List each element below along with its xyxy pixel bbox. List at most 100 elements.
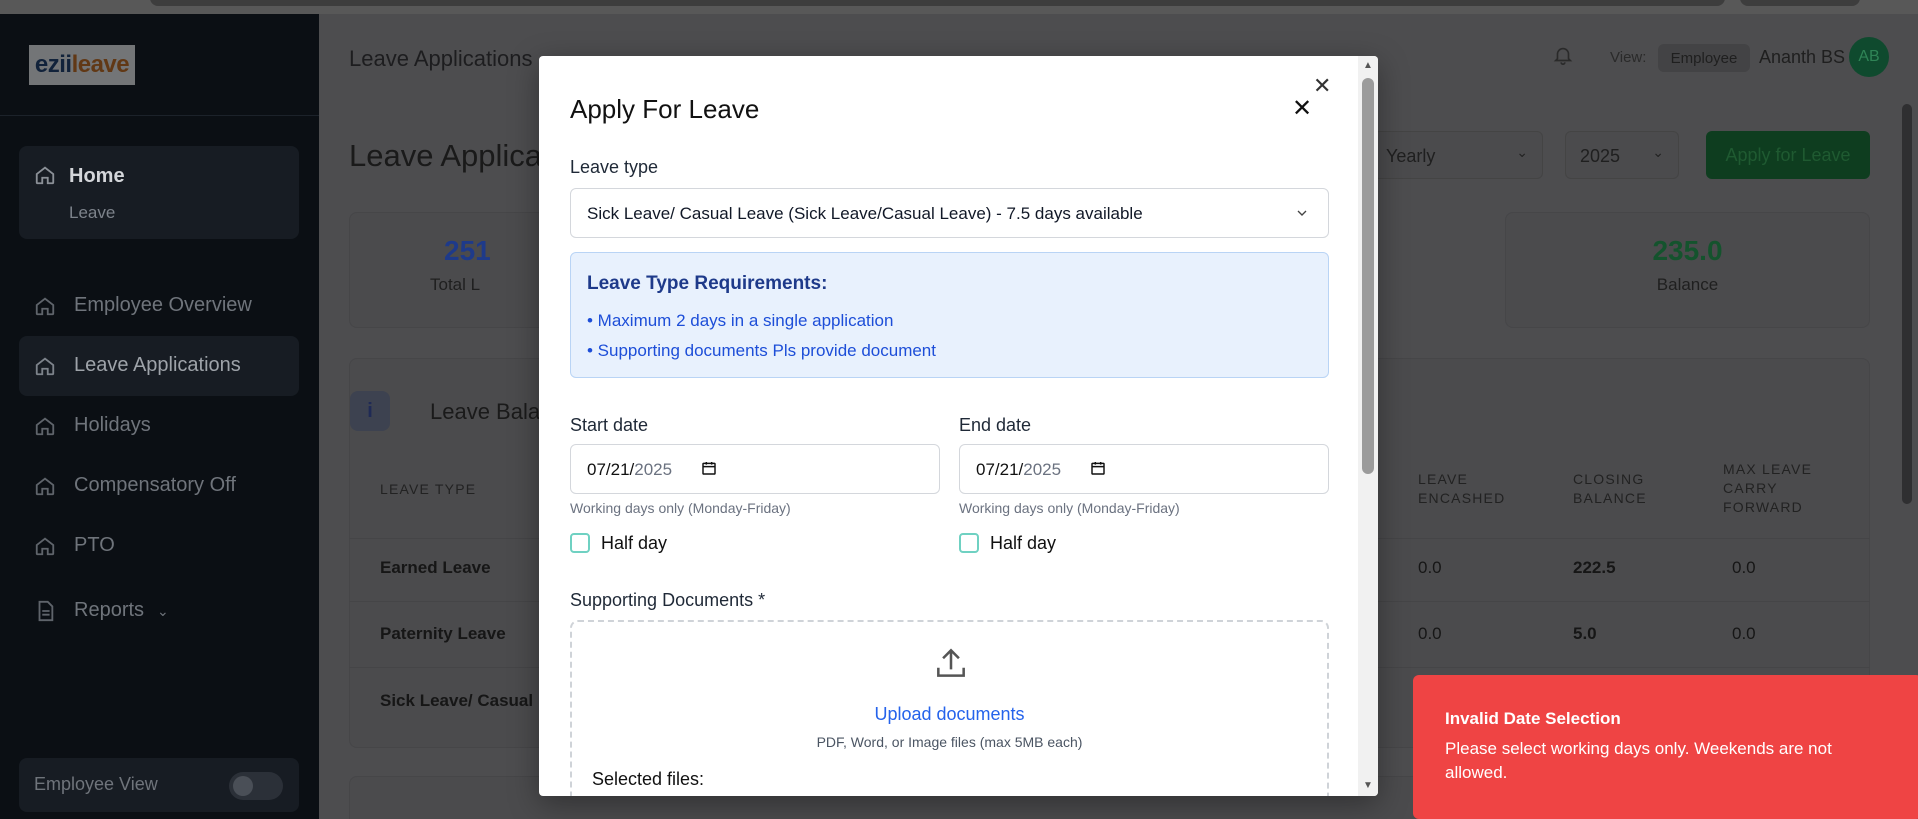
upload-documents-link[interactable]: Upload documents — [572, 704, 1327, 725]
sidebar-item-reports[interactable]: Reports ⌄ — [19, 581, 299, 641]
chevron-down-icon: ⌄ — [1516, 144, 1528, 160]
stat-card-balance: 235.0 Balance — [1505, 212, 1870, 328]
leave-type-select[interactable]: Sick Leave/ Casual Leave (Sick Leave/Cas… — [570, 188, 1329, 238]
sidebar-subitem-leave[interactable]: Leave — [69, 203, 115, 223]
requirements-title: Leave Type Requirements: — [587, 273, 828, 294]
employee-view-toggle[interactable] — [229, 772, 283, 800]
chevron-down-icon: ⌄ — [1652, 144, 1664, 160]
table-cell: Paternity Leave — [380, 624, 506, 643]
table-cell: 222.5 — [1573, 558, 1616, 577]
table-cell: 0.0 — [1418, 624, 1442, 643]
start-half-day-checkbox[interactable] — [570, 533, 590, 553]
table-cell: 0.0 — [1732, 558, 1756, 577]
home-icon — [34, 295, 56, 322]
avatar[interactable]: AB — [1849, 37, 1889, 77]
requirement-item: • Maximum 2 days in a single application — [587, 311, 894, 330]
bell-icon[interactable] — [1552, 44, 1574, 71]
table-cell: 5.0 — [1573, 624, 1597, 643]
end-half-day-label: Half day — [990, 533, 1057, 553]
column-header: MAX LEAVE CARRY FORWARD — [1723, 461, 1813, 515]
stat-value: 235.0 — [1652, 235, 1723, 266]
toggle-knob — [233, 776, 253, 796]
chevron-down-icon: ⌄ — [157, 603, 169, 619]
end-date-value: 07/21/2025 — [976, 460, 1062, 479]
employee-view-toggle-row: Employee View — [19, 758, 299, 812]
upload-icon — [932, 644, 970, 687]
view-label: View: — [1610, 49, 1647, 66]
start-half-day-label: Half day — [601, 533, 668, 553]
year-select-value: 2025 — [1580, 146, 1621, 166]
info-icon: i — [350, 391, 390, 431]
browser-chrome — [0, 0, 1918, 14]
scroll-up-icon[interactable]: ▲ — [1363, 60, 1373, 71]
start-date-label: Start date — [570, 415, 649, 435]
sidebar-item-employee-overview[interactable]: Employee Overview — [19, 276, 299, 336]
requirement-item: • Supporting documents Pls provide docum… — [587, 341, 936, 360]
upload-hint: PDF, Word, or Image files (max 5MB each) — [816, 734, 1083, 750]
home-icon — [34, 535, 56, 562]
app-logo[interactable]: eziileave — [29, 45, 135, 85]
toast-title: Invalid Date Selection — [1445, 709, 1621, 728]
sidebar-divider — [0, 115, 319, 116]
chevron-down-icon — [1294, 205, 1310, 226]
sidebar-item-home[interactable]: Home Leave — [19, 146, 299, 239]
topbar-title: Leave Applications — [349, 46, 533, 71]
end-date-label: End date — [959, 415, 1032, 435]
sidebar-item-label: Compensatory Off — [74, 474, 236, 496]
period-select-value: Yearly — [1386, 146, 1436, 166]
upload-dropzone[interactable]: Upload documents PDF, Word, or Image fil… — [570, 620, 1329, 796]
sidebar-item-label: Home — [69, 165, 125, 187]
sidebar-item-label: Leave Applications — [74, 354, 241, 376]
sidebar-item-label: PTO — [74, 534, 115, 556]
calendar-icon[interactable] — [1090, 460, 1106, 481]
user-name[interactable]: Ananth BS — [1759, 47, 1845, 68]
start-date-value: 07/21/2025 — [587, 460, 673, 479]
end-date-input[interactable]: 07/21/2025 — [959, 444, 1329, 494]
table-cell: Sick Leave/ Casual L — [380, 691, 549, 710]
modal-title: Apply For Leave — [570, 94, 760, 124]
browser-control[interactable] — [1740, 0, 1860, 6]
column-header: CLOSING BALANCE — [1573, 471, 1647, 506]
home-icon — [34, 415, 56, 442]
error-toast: Invalid Date Selection Please select wor… — [1413, 675, 1918, 819]
stat-card-total: 251 Total L — [349, 212, 569, 328]
apply-for-leave-button[interactable]: Apply for Leave — [1706, 131, 1870, 179]
end-half-day-checkbox[interactable] — [959, 533, 979, 553]
sidebar-item-label: Holidays — [74, 414, 151, 436]
table-cell: 0.0 — [1732, 624, 1756, 643]
start-date-input[interactable]: 07/21/2025 — [570, 444, 940, 494]
stat-label: Balance — [1656, 275, 1719, 294]
address-bar[interactable] — [150, 0, 1725, 6]
sidebar-item-holidays[interactable]: Holidays — [19, 396, 299, 456]
home-icon — [34, 355, 56, 382]
table-cell: 0.0 — [1418, 558, 1442, 577]
sidebar: eziileave Home Leave Employee Overview L… — [0, 14, 319, 819]
view-switcher[interactable]: Employee — [1658, 44, 1750, 72]
leave-balance-title: Leave Balan — [430, 399, 553, 424]
sidebar-item-label: Employee Overview — [74, 294, 252, 316]
document-icon — [34, 600, 56, 627]
year-select[interactable]: 2025 ⌄ — [1565, 131, 1679, 179]
sidebar-item-pto[interactable]: PTO — [19, 516, 299, 576]
modal-scrollbar-thumb[interactable] — [1362, 78, 1374, 474]
page-scrollbar[interactable] — [1902, 104, 1912, 504]
home-icon — [34, 475, 56, 502]
end-date-hint: Working days only (Monday-Friday) — [959, 500, 1180, 516]
employee-view-label: Employee View — [34, 774, 158, 794]
start-date-hint: Working days only (Monday-Friday) — [570, 500, 791, 516]
close-icon[interactable]: ✕ — [1313, 75, 1331, 97]
scroll-down-icon[interactable]: ▼ — [1363, 780, 1373, 791]
sidebar-item-leave-applications[interactable]: Leave Applications — [19, 336, 299, 396]
page-title: Leave Applicat — [349, 138, 551, 173]
leave-type-label: Leave type — [570, 157, 659, 177]
leave-requirements-box: Leave Type Requirements: • Maximum 2 day… — [570, 252, 1329, 378]
leave-type-value: Sick Leave/ Casual Leave (Sick Leave/Cas… — [587, 204, 1143, 223]
calendar-icon[interactable] — [701, 460, 717, 481]
selected-files-label: Selected files: — [592, 769, 705, 789]
column-header: LEAVE ENCASHED — [1418, 471, 1506, 506]
column-header: LEAVE TYPE — [380, 481, 477, 497]
period-select[interactable]: Yearly ⌄ — [1373, 131, 1543, 179]
toast-message: Please select working days only. Weekend… — [1445, 739, 1832, 782]
sidebar-item-compensatory-off[interactable]: Compensatory Off — [19, 456, 299, 516]
close-icon[interactable]: ✕ — [1292, 97, 1312, 121]
